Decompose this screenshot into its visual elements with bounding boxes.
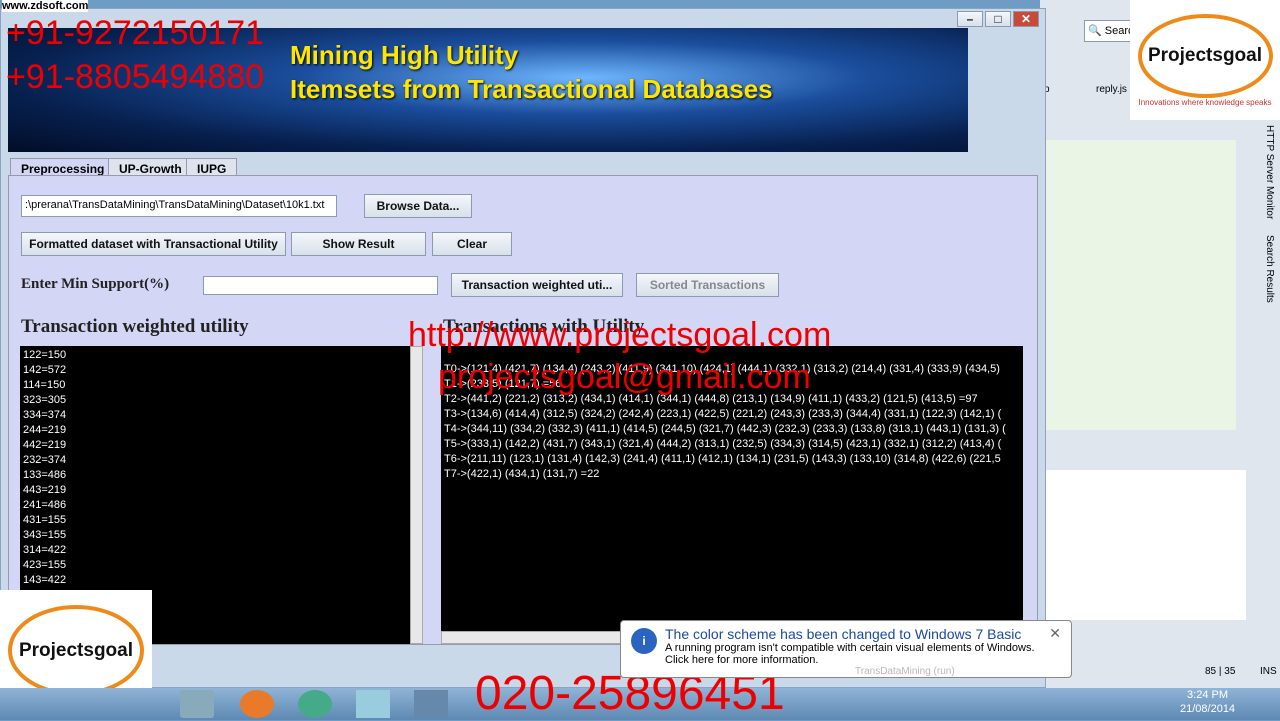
site-watermark: www.zdsoft.com — [2, 0, 89, 12]
twu-item: 431=155 — [23, 514, 67, 526]
transaction-row: T3->(134,6) (414,4) (312,5) (324,2) (242… — [444, 408, 1002, 420]
projectsgoal-logo: Projectsgoal Innovations where knowledge… — [1130, 0, 1280, 120]
close-button[interactable]: ✕ — [1013, 11, 1039, 27]
minimize-button[interactable]: – — [957, 11, 983, 27]
ide-run-status: TransDataMining (run) — [855, 666, 955, 677]
twu-item: 133=486 — [23, 469, 67, 481]
maximize-button[interactable]: □ — [985, 11, 1011, 27]
browse-data-button[interactable]: Browse Data... — [364, 194, 472, 218]
insert-mode: INS — [1260, 666, 1277, 677]
twu-item: 323=305 — [23, 394, 67, 406]
balloon-line2: Click here for more information. — [665, 654, 819, 666]
ide-editor — [1046, 140, 1236, 430]
twu-item: 343=155 — [23, 529, 67, 541]
banner-line2: Itemsets from Transactional Databases — [290, 74, 773, 104]
twu-item: 114=150 — [23, 379, 66, 391]
clock-time: 3:24 PM — [1187, 689, 1229, 701]
clock-date: 21/08/2014 — [1180, 703, 1236, 715]
transaction-row: T6->(211,11) (123,1) (131,4) (142,3) (24… — [444, 453, 1001, 465]
min-support-label: Enter Min Support(%) — [21, 276, 170, 292]
ide-output — [1046, 470, 1246, 620]
close-icon[interactable]: ✕ — [1049, 625, 1061, 642]
banner-line1: Mining High Utility — [290, 40, 519, 70]
transaction-row: T7->(422,1) (434,1) (131,7) =22 — [444, 468, 600, 480]
window-controls: – □ ✕ — [957, 11, 1039, 27]
twu-item: 143=422 — [23, 574, 67, 586]
sorted-transactions-button[interactable]: Sorted Transactions — [636, 273, 779, 297]
twu-title: Transaction weighted utility — [21, 316, 249, 337]
ide-side-tab[interactable]: Search Results — [1264, 235, 1275, 303]
email-watermark: projectsgoal@gmail.com — [438, 358, 811, 396]
media-player-icon[interactable] — [180, 690, 214, 718]
transaction-row: T5->(333,1) (142,2) (431,7) (343,1) (321… — [444, 438, 1002, 450]
transaction-row: T4->(344,11) (334,2) (332,3) (411,1) (41… — [444, 423, 1006, 435]
notification-balloon[interactable]: i The color scheme has been changed to W… — [620, 620, 1072, 678]
chrome-icon[interactable] — [298, 690, 332, 718]
explorer-icon[interactable] — [356, 690, 390, 718]
twu-item: 122=150 — [23, 349, 67, 361]
info-icon: i — [631, 628, 657, 654]
firefox-icon[interactable] — [240, 690, 274, 718]
twu-item: 442=219 — [23, 439, 67, 451]
logo-text: Projectsgoal — [1137, 13, 1273, 98]
url-watermark: http://www.projectsgoal.com — [408, 316, 832, 354]
ide-side-tab[interactable]: HTTP Server Monitor — [1264, 125, 1275, 219]
netbeans-icon[interactable] — [414, 690, 448, 718]
twu-item: 241=486 — [23, 499, 67, 511]
dataset-path-input[interactable]: :\prerana\TransDataMining\TransDataMinin… — [21, 195, 337, 217]
show-result-button[interactable]: Show Result — [291, 232, 426, 256]
logo-text: Projectsgoal — [7, 605, 145, 696]
twu-button[interactable]: Transaction weighted uti... — [451, 273, 623, 297]
twu-item: 334=374 — [23, 409, 67, 421]
balloon-title: The color scheme has been changed to Win… — [665, 626, 1022, 642]
formatted-dataset-button[interactable]: Formatted dataset with Transactional Uti… — [21, 232, 286, 256]
phone-watermark-2: +91-8805494880 — [6, 58, 265, 96]
phone-watermark-1: +91-9272150171 — [6, 14, 265, 52]
clock[interactable]: 3:24 PM 21/08/2014 — [1180, 688, 1235, 716]
min-support-input[interactable] — [203, 276, 438, 295]
twu-item: 244=219 — [23, 424, 67, 436]
twu-item: 142=572 — [23, 364, 67, 376]
balloon-line1: A running program isn't compatible with … — [665, 642, 1035, 654]
twu-item: 443=219 — [23, 484, 67, 496]
ide-tab-reply[interactable]: reply.js — [1096, 84, 1127, 95]
twu-item: 423=155 — [23, 559, 67, 571]
cursor-position: 85 | 35 — [1205, 666, 1236, 677]
twu-scrollbar[interactable] — [410, 346, 423, 644]
twu-item: 314=422 — [23, 544, 67, 556]
logo-tagline: Innovations where knowledge speaks — [1138, 97, 1272, 107]
clear-button[interactable]: Clear — [432, 232, 512, 256]
twu-item: 232=374 — [23, 454, 67, 466]
